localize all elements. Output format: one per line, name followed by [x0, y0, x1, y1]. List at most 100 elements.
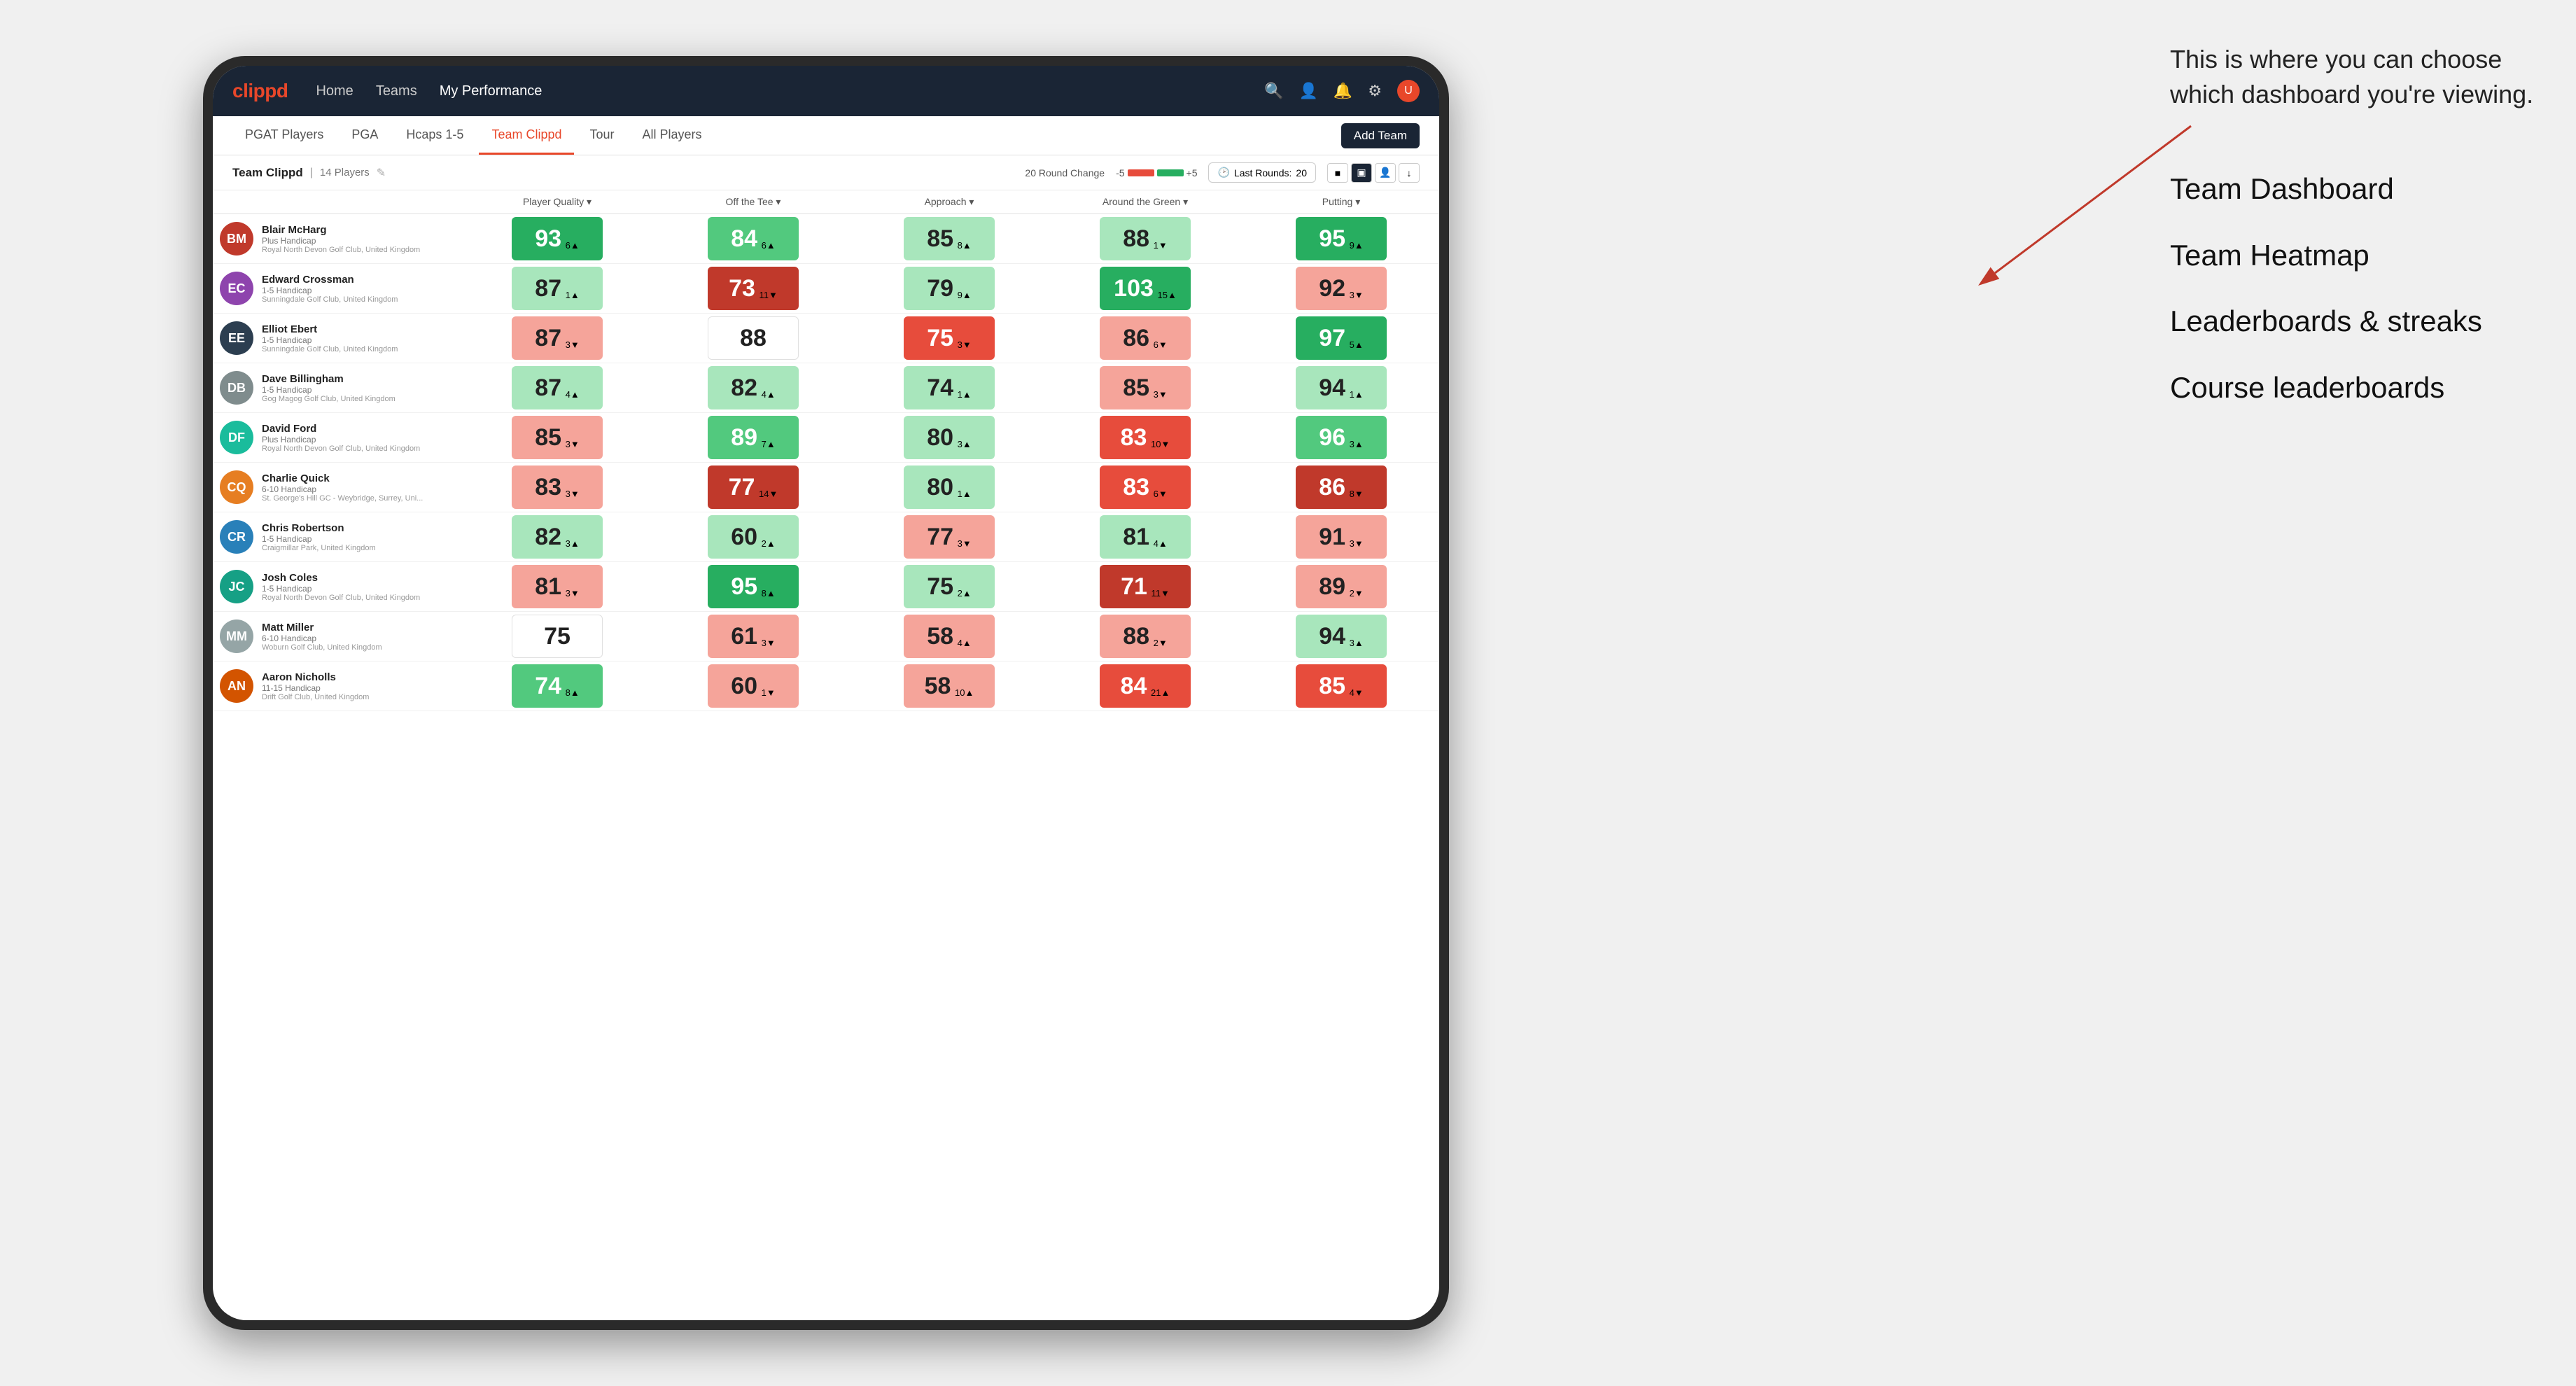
avatar-icon[interactable]: U — [1397, 80, 1420, 102]
stat-change-down: 2 — [1152, 638, 1168, 648]
stat-box: 88 2 — [1100, 615, 1191, 658]
player-cell[interactable]: EC Edward Crossman 1-5 Handicap Sunningd… — [213, 264, 459, 314]
stat-cell: 97 5 — [1243, 314, 1439, 363]
edit-icon[interactable]: ✎ — [377, 166, 386, 180]
tab-all-players[interactable]: All Players — [630, 116, 715, 155]
stat-cell: 75 2 — [851, 562, 1047, 612]
stat-box: 85 3 — [1100, 366, 1191, 410]
bell-icon[interactable]: 🔔 — [1334, 82, 1352, 100]
player-handicap: 1-5 Handicap — [262, 335, 398, 345]
stat-value: 82 — [731, 374, 757, 402]
tab-pga[interactable]: PGA — [339, 116, 391, 155]
stat-change-up: 9 — [955, 290, 972, 300]
stat-cell: 85 3 — [459, 413, 655, 463]
col-player-quality[interactable]: Player Quality ▾ — [459, 190, 655, 214]
player-cell[interactable]: MM Matt Miller 6-10 Handicap Woburn Golf… — [213, 612, 459, 662]
stat-cell: 91 3 — [1243, 512, 1439, 562]
player-cell[interactable]: DF David Ford Plus Handicap Royal North … — [213, 413, 459, 463]
col-off-tee[interactable]: Off the Tee ▾ — [655, 190, 851, 214]
option-leaderboards: Leaderboards & streaks — [2170, 301, 2534, 342]
add-team-button[interactable]: Add Team — [1341, 123, 1420, 148]
stat-cell: 94 1 — [1243, 363, 1439, 413]
sub-nav: PGAT Players PGA Hcaps 1-5 Team Clippd T… — [213, 116, 1439, 155]
stat-value: 74 — [927, 374, 953, 402]
stat-change-up: 4 — [1152, 538, 1168, 549]
player-club: Drift Golf Club, United Kingdom — [262, 693, 369, 701]
stat-cell: 87 4 — [459, 363, 655, 413]
nav-my-performance[interactable]: My Performance — [440, 83, 542, 99]
col-approach[interactable]: Approach ▾ — [851, 190, 1047, 214]
stat-value: 80 — [927, 424, 953, 451]
stat-value: 71 — [1121, 573, 1147, 601]
player-cell[interactable]: AN Aaron Nicholls 11-15 Handicap Drift G… — [213, 662, 459, 711]
nav-teams[interactable]: Teams — [376, 83, 417, 99]
stat-cell: 87 3 — [459, 314, 655, 363]
stat-cell: 93 6 — [459, 214, 655, 264]
player-club: Royal North Devon Golf Club, United King… — [262, 594, 420, 602]
stat-cell: 61 3 — [655, 612, 851, 662]
stat-change-up: 4 — [955, 638, 972, 648]
player-handicap: 11-15 Handicap — [262, 683, 369, 693]
avatar: BM — [220, 222, 253, 255]
sub-nav-tabs: PGAT Players PGA Hcaps 1-5 Team Clippd T… — [232, 116, 715, 155]
player-club: St. George's Hill GC - Weybridge, Surrey… — [262, 494, 423, 503]
player-cell[interactable]: CQ Charlie Quick 6-10 Handicap St. Georg… — [213, 463, 459, 512]
stat-box: 77 14 — [708, 465, 799, 509]
player-info: Aaron Nicholls 11-15 Handicap Drift Golf… — [262, 671, 369, 701]
ipad-frame: clippd Home Teams My Performance 🔍 👤 🔔 ⚙… — [203, 56, 1449, 1330]
stat-box: 97 5 — [1296, 316, 1387, 360]
player-cell[interactable]: DB Dave Billingham 1-5 Handicap Gog Mago… — [213, 363, 459, 413]
player-cell[interactable]: BM Blair McHarg Plus Handicap Royal Nort… — [213, 214, 459, 264]
stat-cell: 74 8 — [459, 662, 655, 711]
stat-value: 77 — [729, 474, 755, 501]
annotation-panel: This is where you can choose which dashb… — [2170, 42, 2534, 434]
player-cell[interactable]: JC Josh Coles 1-5 Handicap Royal North D… — [213, 562, 459, 612]
tab-tour[interactable]: Tour — [577, 116, 626, 155]
team-count: 14 Players — [320, 167, 370, 178]
stat-cell: 74 1 — [851, 363, 1047, 413]
stat-change-up: 1 — [955, 489, 972, 499]
stat-change-up: 8 — [760, 588, 776, 598]
player-info: Edward Crossman 1-5 Handicap Sunningdale… — [262, 274, 398, 304]
team-info-bar: Team Clippd | 14 Players ✎ 20 Round Chan… — [213, 155, 1439, 190]
grid-view-button[interactable]: ■ — [1327, 163, 1348, 183]
neg-change: -5 — [1116, 167, 1124, 178]
settings-icon[interactable]: ⚙ — [1368, 82, 1382, 100]
tab-team-clippd[interactable]: Team Clippd — [479, 116, 574, 155]
player-cell[interactable]: EE Elliot Ebert 1-5 Handicap Sunningdale… — [213, 314, 459, 363]
stat-value: 95 — [1319, 225, 1345, 253]
user-icon[interactable]: 👤 — [1298, 82, 1317, 100]
player-info: Elliot Ebert 1-5 Handicap Sunningdale Go… — [262, 323, 398, 354]
person-view-button[interactable]: 👤 — [1375, 163, 1396, 183]
ipad-screen: clippd Home Teams My Performance 🔍 👤 🔔 ⚙… — [213, 66, 1439, 1320]
stat-box: 89 7 — [708, 416, 799, 459]
stat-change-down: 6 — [1152, 489, 1168, 499]
nav-home[interactable]: Home — [316, 83, 353, 99]
tab-hcaps[interactable]: Hcaps 1-5 — [393, 116, 476, 155]
last-rounds-button[interactable]: 🕑 Last Rounds: 20 — [1208, 162, 1316, 183]
player-cell[interactable]: CR Chris Robertson 1-5 Handicap Craigmil… — [213, 512, 459, 562]
stat-box: 81 3 — [512, 565, 603, 608]
stat-value: 79 — [927, 275, 953, 302]
stat-cell: 89 7 — [655, 413, 851, 463]
download-button[interactable]: ↓ — [1399, 163, 1420, 183]
stat-change-up: 8 — [564, 687, 580, 698]
col-putting[interactable]: Putting ▾ — [1243, 190, 1439, 214]
stat-box: 75 3 — [904, 316, 995, 360]
search-icon[interactable]: 🔍 — [1264, 82, 1283, 100]
table-row: EC Edward Crossman 1-5 Handicap Sunningd… — [213, 264, 1439, 314]
col-around-green[interactable]: Around the Green ▾ — [1047, 190, 1243, 214]
avatar: JC — [220, 570, 253, 603]
stat-box: 87 3 — [512, 316, 603, 360]
tab-pgat-players[interactable]: PGAT Players — [232, 116, 336, 155]
heatmap-view-button[interactable]: ▣ — [1351, 163, 1372, 183]
stat-box: 94 3 — [1296, 615, 1387, 658]
stat-cell: 84 21 — [1047, 662, 1243, 711]
stat-value: 87 — [535, 374, 561, 402]
stat-change-up: 15 — [1156, 290, 1177, 300]
stat-value: 97 — [1319, 325, 1345, 352]
stat-box: 61 3 — [708, 615, 799, 658]
stat-box: 95 9 — [1296, 217, 1387, 260]
stat-cell: 85 4 — [1243, 662, 1439, 711]
stat-value: 80 — [927, 474, 953, 501]
